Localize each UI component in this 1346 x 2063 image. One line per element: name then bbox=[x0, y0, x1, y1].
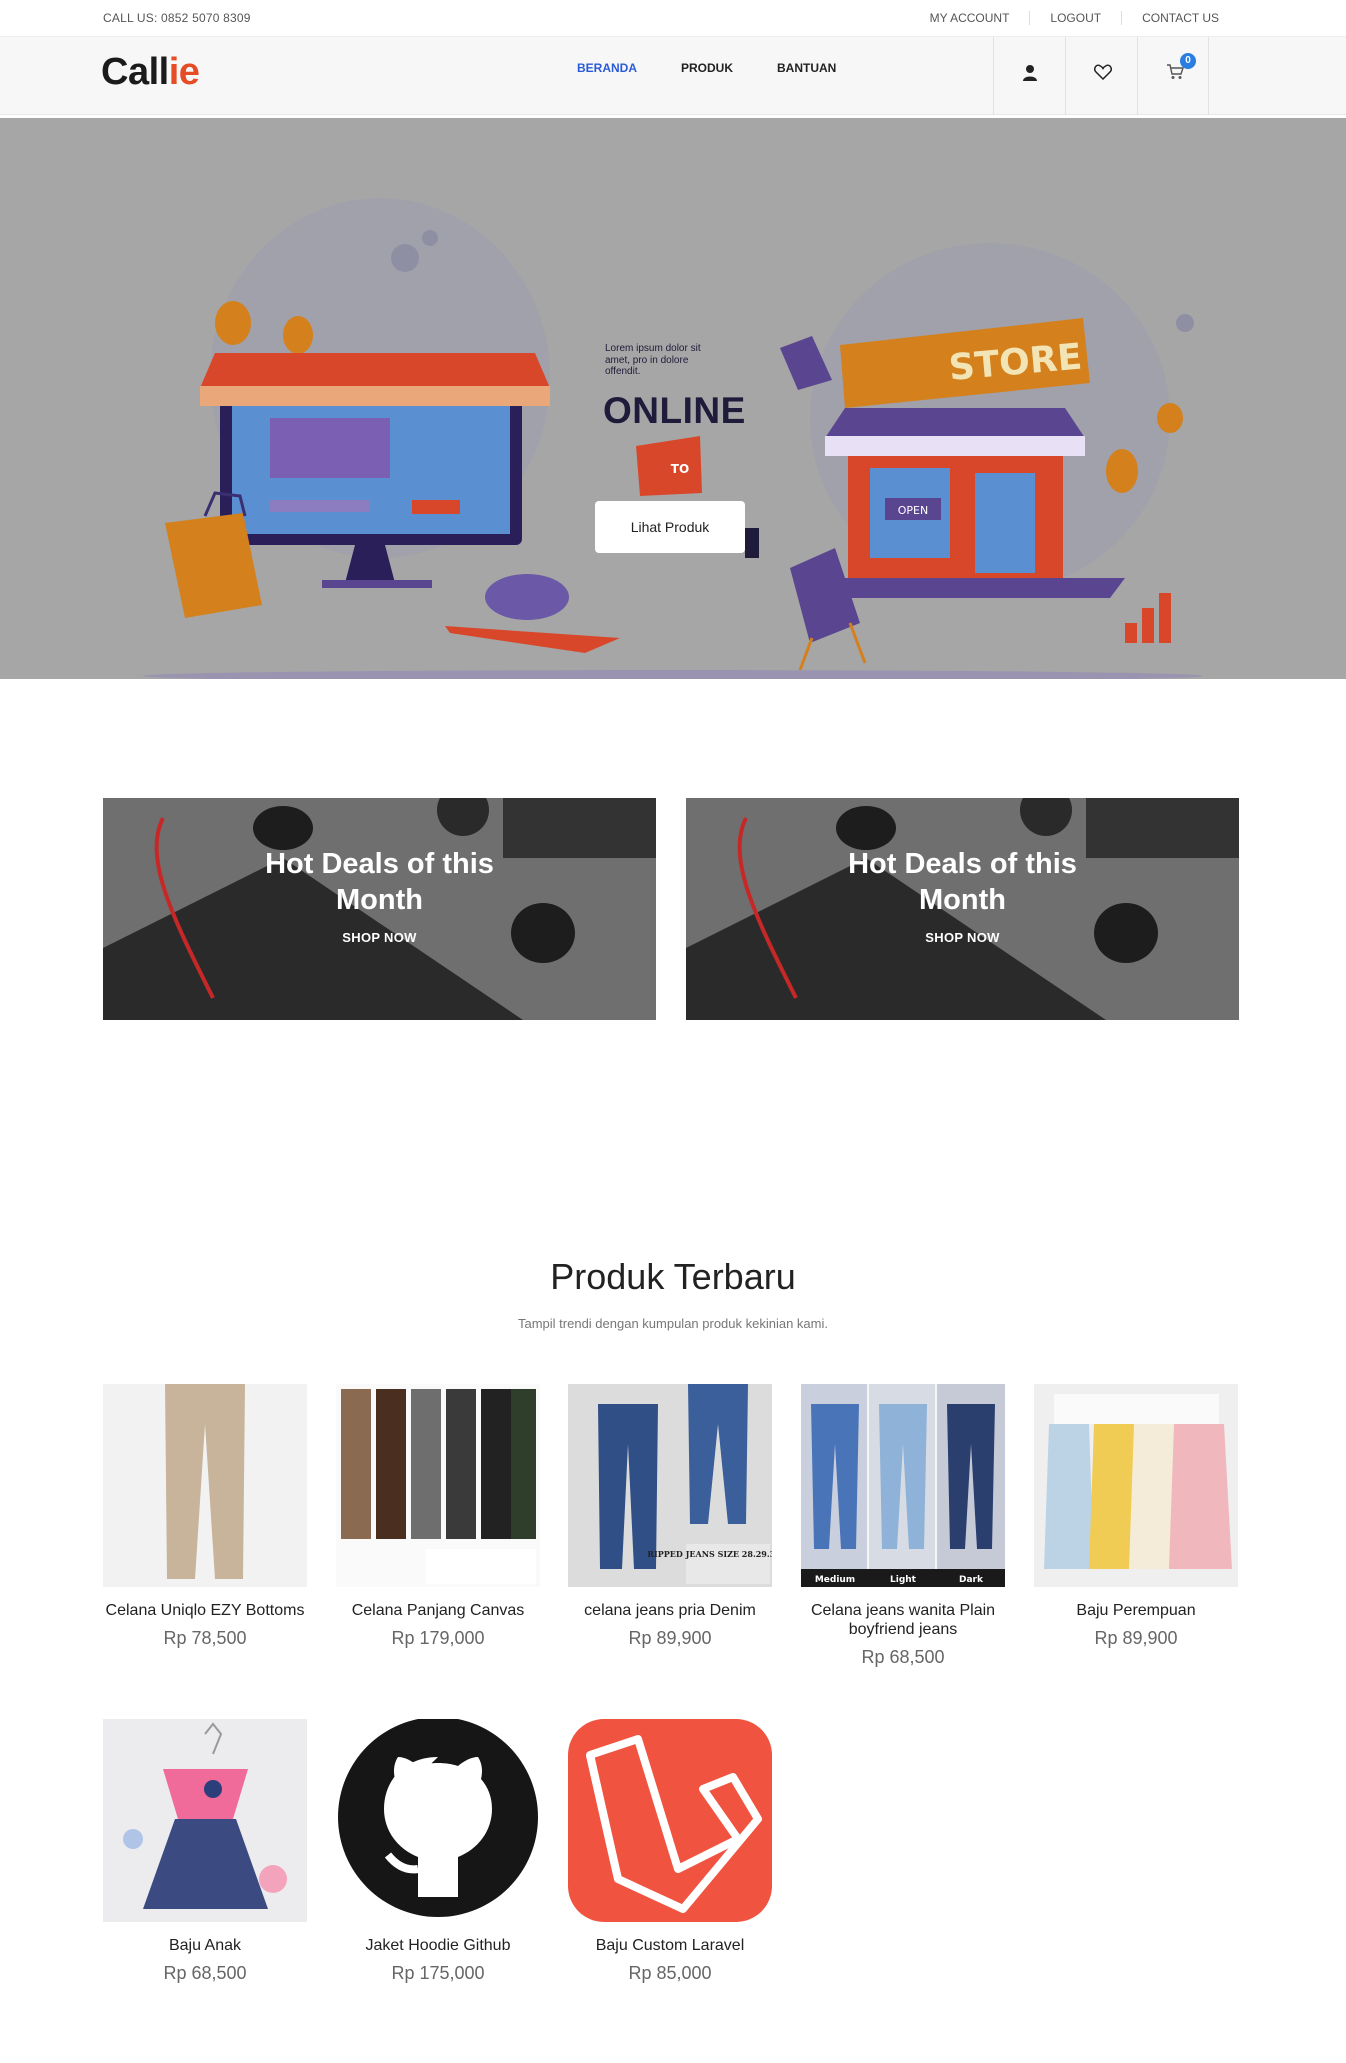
laravel-logo-icon bbox=[568, 1719, 772, 1922]
phone-number: CALL US: 0852 5070 8309 bbox=[103, 11, 251, 25]
product-card[interactable]: Celana Uniqlo EZY Bottoms Rp 78,500 bbox=[103, 1384, 307, 1649]
cart-button[interactable]: 0 bbox=[1137, 37, 1209, 115]
hero-banner: STORE OPEN TO Lorem ipsum dolor sit amet… bbox=[0, 118, 1346, 679]
hot-deals-banner-2[interactable]: Hot Deals of this Month SHOP NOW bbox=[686, 798, 1239, 1020]
user-icon bbox=[1023, 65, 1037, 81]
product-price: Rp 68,500 bbox=[163, 1963, 247, 1983]
product-name[interactable]: celana jeans pria Denim bbox=[568, 1601, 772, 1620]
product-card[interactable]: Baju Perempuan Rp 89,900 bbox=[1034, 1384, 1238, 1649]
logout-link[interactable]: LOGOUT bbox=[1029, 11, 1121, 25]
cart-count-badge: 0 bbox=[1180, 53, 1196, 69]
nav-produk[interactable]: PRODUK bbox=[659, 61, 755, 75]
product-card[interactable]: RIPPED JEANS SIZE 28.29.30.31.32 celana … bbox=[568, 1384, 772, 1649]
section-subtitle: Tampil trendi dengan kumpulan produk kek… bbox=[517, 1316, 828, 1331]
product-card[interactable]: Baju Anak Rp 68,500 bbox=[103, 1719, 307, 1984]
dresses-image bbox=[1044, 1394, 1232, 1569]
deal-title-line1: Hot Deals of this bbox=[848, 848, 1077, 880]
product-image[interactable] bbox=[336, 1384, 540, 1587]
wash-label-light: Light bbox=[890, 1575, 917, 1585]
women-jeans-image: Medium Light Dark bbox=[801, 1384, 1005, 1587]
main-header: Callie BERANDA PRODUK BANTUAN 0 bbox=[0, 37, 1346, 115]
account-button[interactable] bbox=[993, 37, 1065, 115]
deal-title-line2: Month bbox=[336, 884, 423, 916]
product-name[interactable]: Baju Perempuan bbox=[1034, 1601, 1238, 1620]
product-name[interactable]: Jaket Hoodie Github bbox=[336, 1936, 540, 1955]
top-bar: CALL US: 0852 5070 8309 MY ACCOUNT LOGOU… bbox=[0, 0, 1346, 37]
product-card[interactable]: Medium Light Dark Celana jeans wanita Pl… bbox=[801, 1384, 1005, 1668]
wash-label-medium: Medium bbox=[815, 1575, 855, 1585]
product-image[interactable] bbox=[1034, 1384, 1238, 1587]
product-price: Rp 89,900 bbox=[628, 1628, 712, 1648]
product-price: Rp 89,900 bbox=[1094, 1628, 1178, 1648]
github-logo-icon bbox=[338, 1719, 538, 1917]
nav-bantuan[interactable]: BANTUAN bbox=[755, 61, 858, 75]
main-nav: BERANDA PRODUK BANTUAN bbox=[555, 61, 858, 75]
product-image[interactable]: Medium Light Dark bbox=[801, 1384, 1005, 1587]
wash-label-dark: Dark bbox=[959, 1575, 984, 1585]
hero-headline: ONLINE bbox=[603, 390, 746, 431]
product-image[interactable]: RIPPED JEANS SIZE 28.29.30.31.32 bbox=[568, 1384, 772, 1587]
my-account-link[interactable]: MY ACCOUNT bbox=[910, 11, 1030, 25]
nav-beranda[interactable]: BERANDA bbox=[555, 61, 659, 75]
product-price: Rp 68,500 bbox=[861, 1647, 945, 1667]
hot-deals-banner-1[interactable]: Hot Deals of this Month SHOP NOW bbox=[103, 798, 656, 1020]
product-name[interactable]: Celana Uniqlo EZY Bottoms bbox=[103, 1601, 307, 1620]
top-links: MY ACCOUNT LOGOUT CONTACT US bbox=[910, 11, 1239, 25]
site-logo[interactable]: Callie bbox=[101, 51, 200, 94]
product-image[interactable] bbox=[568, 1719, 772, 1922]
section-title: Produk Terbaru bbox=[550, 1256, 796, 1297]
product-name[interactable]: Celana jeans wanita Plain boyfriend jean… bbox=[801, 1601, 1005, 1639]
header-icons: 0 bbox=[993, 37, 1209, 115]
jeans-tag-text: RIPPED JEANS SIZE 28.29.30.31.32 bbox=[647, 1549, 772, 1559]
product-card[interactable]: Jaket Hoodie Github Rp 175,000 bbox=[336, 1719, 540, 1984]
product-card[interactable]: Baju Custom Laravel Rp 85,000 bbox=[568, 1719, 772, 1984]
deal-title-line2: Month bbox=[919, 884, 1006, 916]
product-name[interactable]: Celana Panjang Canvas bbox=[336, 1601, 540, 1620]
open-sign-text: OPEN bbox=[898, 504, 928, 517]
beige-pants-image bbox=[165, 1384, 245, 1579]
logo-accent-text: ie bbox=[168, 51, 200, 93]
hero-to-text: TO bbox=[671, 462, 689, 476]
product-price: Rp 85,000 bbox=[628, 1963, 712, 1983]
product-price: Rp 78,500 bbox=[163, 1628, 247, 1648]
deal-title: Hot Deals of this Month bbox=[686, 846, 1239, 918]
product-image[interactable] bbox=[336, 1719, 540, 1922]
product-image[interactable] bbox=[103, 1384, 307, 1587]
hero-small-text: Lorem ipsum dolor sit amet, pro in dolor… bbox=[605, 343, 701, 377]
product-price: Rp 179,000 bbox=[391, 1628, 485, 1648]
shop-now-link[interactable]: SHOP NOW bbox=[686, 930, 1239, 945]
view-products-button[interactable]: Lihat Produk bbox=[595, 501, 745, 553]
product-image[interactable] bbox=[103, 1719, 307, 1922]
product-name[interactable]: Baju Custom Laravel bbox=[568, 1936, 772, 1955]
deal-title-line1: Hot Deals of this bbox=[265, 848, 494, 880]
wishlist-button[interactable] bbox=[1065, 37, 1137, 115]
product-name[interactable]: Baju Anak bbox=[103, 1936, 307, 1955]
deal-title: Hot Deals of this Month bbox=[103, 846, 656, 918]
shop-now-link[interactable]: SHOP NOW bbox=[103, 930, 656, 945]
product-card[interactable]: Celana Panjang Canvas Rp 179,000 bbox=[336, 1384, 540, 1649]
product-price: Rp 175,000 bbox=[391, 1963, 485, 1983]
contact-us-link[interactable]: CONTACT US bbox=[1121, 11, 1239, 25]
denim-jeans-image: RIPPED JEANS SIZE 28.29.30.31.32 bbox=[598, 1384, 772, 1584]
logo-text: Call bbox=[101, 51, 169, 93]
canvas-pants-image bbox=[341, 1389, 536, 1584]
kids-dress-image bbox=[123, 1722, 287, 1909]
heart-icon bbox=[1094, 64, 1112, 80]
